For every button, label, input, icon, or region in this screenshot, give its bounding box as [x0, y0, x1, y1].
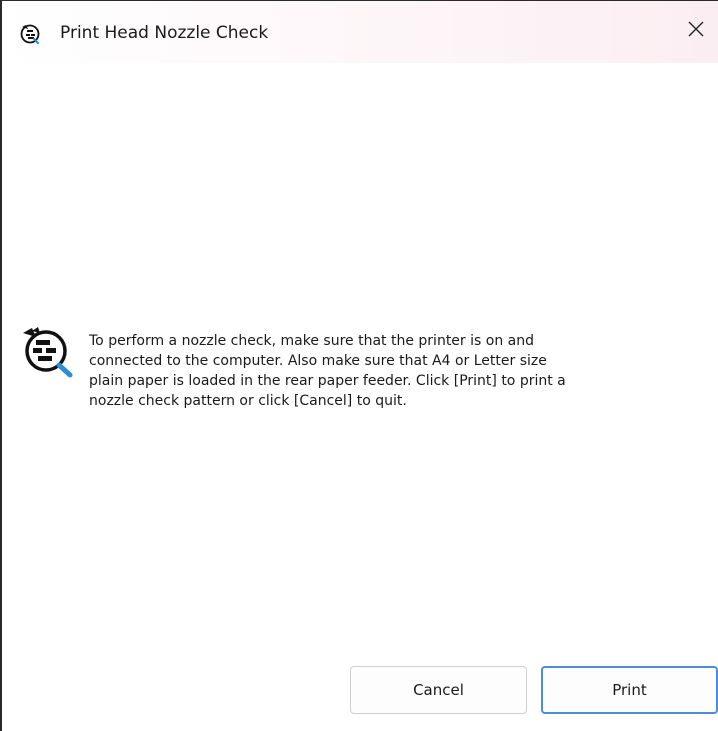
nozzle-check-icon	[19, 22, 43, 46]
nozzle-check-icon	[20, 323, 80, 383]
message-line: nozzle check pattern or click [Cancel] t…	[89, 393, 407, 409]
message-line: To perform a nozzle check, make sure tha…	[89, 333, 534, 349]
message-line: plain paper is loaded in the rear paper …	[89, 373, 566, 389]
print-button[interactable]: Print	[541, 666, 718, 714]
close-icon	[687, 20, 705, 42]
instruction-message: To perform a nozzle check, make sure tha…	[89, 331, 689, 411]
close-button[interactable]	[676, 9, 716, 53]
title-bar: Print Head Nozzle Check	[2, 1, 718, 63]
message-line: connected to the computer. Also make sur…	[89, 353, 547, 369]
cancel-button[interactable]: Cancel	[350, 666, 527, 714]
print-head-nozzle-check-window: Print Head Nozzle Check To perform a noz…	[0, 0, 718, 731]
window-title: Print Head Nozzle Check	[60, 23, 269, 43]
